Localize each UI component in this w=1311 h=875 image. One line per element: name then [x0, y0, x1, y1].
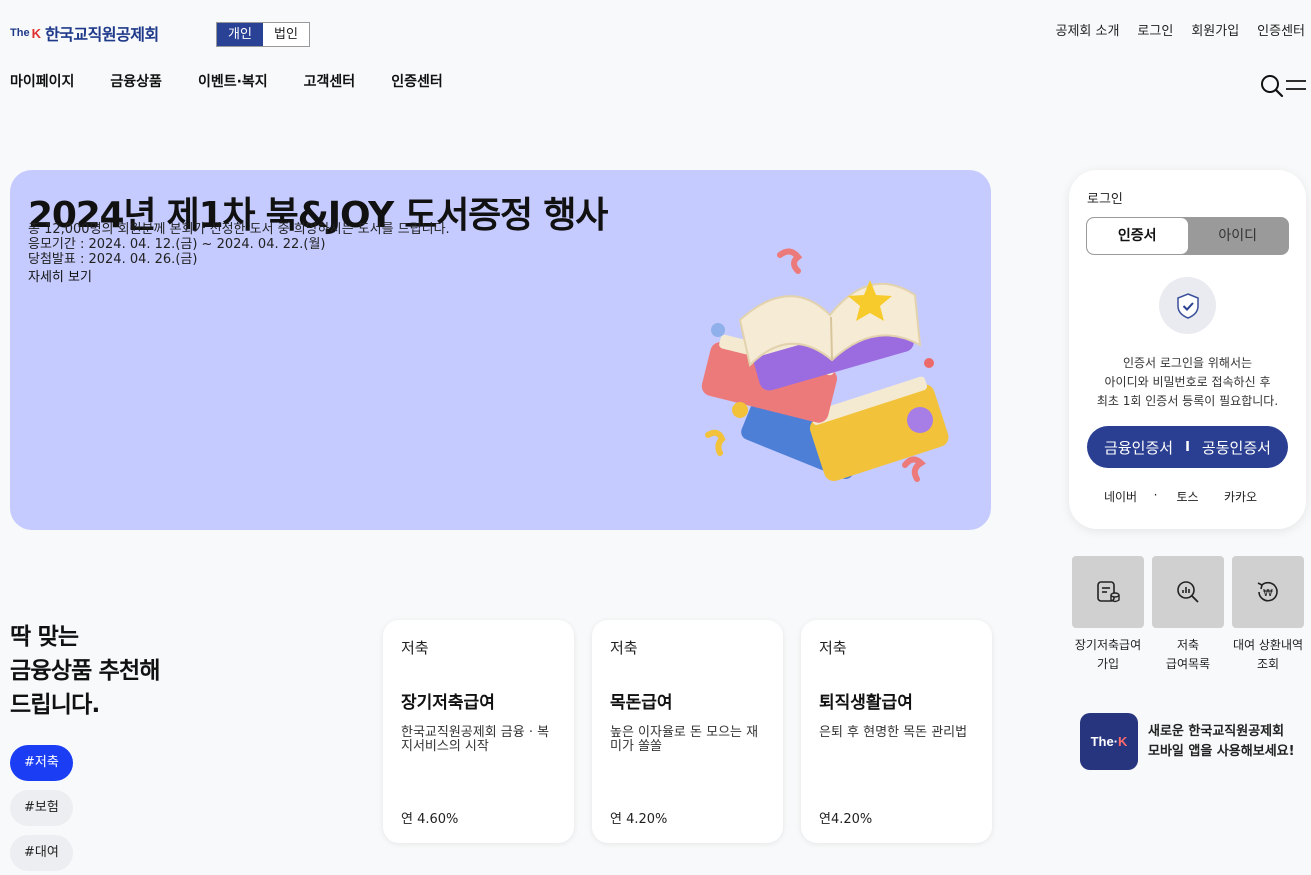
toss-login[interactable]: 토스 [1170, 488, 1206, 505]
link-about[interactable]: 공제회 소개 [1055, 20, 1119, 39]
site-logo[interactable]: The K 한국교직원공제회 [10, 21, 159, 45]
banner-line-2: 응모기간 : 2024. 04. 12.(금) ~ 2024. 04. 22.(… [28, 237, 326, 252]
financial-cert-button[interactable]: 금융인증서 [1104, 437, 1173, 458]
banner-more-link[interactable]: 자세히 보기 [28, 266, 92, 285]
app-promo-text: 새로운 한국교직원공제회 모바일 앱을 사용해보세요! [1148, 723, 1295, 759]
card-product-name: 목돈급여 [610, 693, 673, 713]
login-method-tabs: 인증서 아이디 [1086, 217, 1289, 255]
won-refresh-icon: ₩ [1232, 556, 1304, 628]
card-description: 높은 이자율로 돈 모으는 재미가 쏠쏠 [610, 725, 759, 754]
quick-label: 장기저축급여 가입 [1074, 638, 1142, 671]
event-banner[interactable]: 2024년 제1차 북&JOY 도서증정 행사 총 12,000명의 회원분께 … [10, 170, 991, 530]
nav-events[interactable]: 이벤트·복지 [198, 71, 268, 91]
card-category: 저축 [401, 639, 429, 657]
chip-savings[interactable]: #저축 [10, 745, 73, 781]
guide-line-3: 최초 1회 인증서 등록이 필요합니다. [1096, 394, 1279, 408]
product-card[interactable]: 저축 목돈급여 높은 이자율로 돈 모으는 재미가 쏠쏠 연 4.20% [592, 620, 783, 843]
hamburger-menu-icon[interactable] [1285, 78, 1307, 92]
app-logo-icon: The· K [1080, 713, 1138, 770]
nav-mypage[interactable]: 마이페이지 [10, 71, 74, 91]
magnify-chart-icon [1152, 556, 1224, 628]
card-description: 한국교직원공제회 금융 · 복지서비스의 시작 [401, 725, 550, 754]
logo-name: 한국교직원공제회 [44, 25, 159, 44]
quick-long-term-savings[interactable]: 장기저축급여 가입 [1072, 556, 1144, 674]
nav-products[interactable]: 금융상품 [110, 71, 162, 91]
banner-line-1: 총 12,000명의 회원분께 본회가 선정한 도서 중 희망하시는 도서를 드… [28, 222, 450, 237]
recommend-heading: 딱 맞는 금융상품 추천해 드립니다. [10, 624, 161, 718]
books-illustration [701, 248, 949, 482]
joint-cert-button[interactable]: 공동인증서 [1202, 437, 1271, 458]
utility-nav: 공제회 소개 로그인 회원가입 인증센터 [1055, 20, 1305, 39]
nav-support[interactable]: 고객센터 [304, 71, 356, 91]
login-card: 로그인 인증서 아이디 인증서 로그인을 위해서는 아이디와 비밀번호로 접속하… [1069, 170, 1306, 529]
toggle-corporate[interactable]: 법인 [263, 23, 309, 46]
app-icon-the: The· [1090, 734, 1119, 749]
link-signup[interactable]: 회원가입 [1191, 20, 1239, 39]
guide-line-2: 아이디와 비밀번호로 접속하신 후 [1104, 375, 1271, 389]
tab-certificate[interactable]: 인증서 [1087, 218, 1188, 254]
logo-k-mark: K [31, 25, 41, 41]
app-icon-k: K [1118, 734, 1128, 749]
naver-login[interactable]: 네이버 [1100, 488, 1142, 505]
banner-description: 총 12,000명의 회원분께 본회가 선정한 도서 중 희망하시는 도서를 드… [28, 222, 450, 267]
card-category: 저축 [610, 639, 638, 657]
card-category: 저축 [819, 639, 847, 657]
card-product-name: 퇴직생활급여 [819, 693, 913, 713]
card-rate: 연4.20% [819, 812, 873, 827]
nav-cert[interactable]: 인증센터 [391, 71, 443, 91]
quick-loan-repayment[interactable]: ₩ 대여 상환내역 조회 [1232, 556, 1304, 674]
button-separator: I [1185, 439, 1190, 455]
toggle-individual[interactable]: 개인 [217, 23, 263, 46]
quick-label: 대여 상환내역 조회 [1232, 638, 1304, 671]
chip-loan[interactable]: #대여 [10, 835, 73, 871]
card-rate: 연 4.60% [401, 812, 459, 827]
login-guide-text: 인증서 로그인을 위해서는 아이디와 비밀번호로 접속하신 후 최초 1회 인증… [1069, 354, 1306, 411]
svg-text:₩: ₩ [1263, 588, 1273, 599]
mobile-app-promo[interactable]: The· K 새로운 한국교직원공제회 모바일 앱을 사용해보세요! [1080, 713, 1295, 770]
logo-the: The [10, 27, 30, 39]
login-title: 로그인 [1087, 192, 1123, 207]
shield-check-icon [1159, 277, 1216, 334]
product-card[interactable]: 저축 퇴직생활급여 은퇴 후 현명한 목돈 관리법 연4.20% [801, 620, 992, 843]
quick-menu: 장기저축급여 가입 저축 급여목록 ₩ 대여 상환내역 조회 [1072, 556, 1304, 674]
quick-label: 저축 급여목록 [1165, 638, 1211, 671]
link-login[interactable]: 로그인 [1137, 20, 1173, 39]
card-description: 은퇴 후 현명한 목돈 관리법 [819, 725, 968, 740]
card-product-name: 장기저축급여 [401, 693, 495, 713]
social-login-links: 네이버 · 토스 카카오 [1069, 488, 1306, 505]
product-card[interactable]: 저축 장기저축급여 한국교직원공제회 금융 · 복지서비스의 시작 연 4.60… [383, 620, 574, 843]
kakao-login[interactable]: 카카오 [1206, 488, 1276, 505]
card-rate: 연 4.20% [610, 812, 668, 827]
banner-line-3: 당첨발표 : 2024. 04. 26.(금) [28, 252, 198, 267]
certificate-login-button: 금융인증서 I 공동인증서 [1087, 426, 1288, 468]
tab-id[interactable]: 아이디 [1188, 218, 1289, 254]
main-nav: 마이페이지 금융상품 이벤트·복지 고객센터 인증센터 [10, 71, 443, 91]
guide-line-1: 인증서 로그인을 위해서는 [1122, 356, 1253, 370]
document-coin-icon [1072, 556, 1144, 628]
member-type-toggle: 개인 법인 [216, 22, 310, 47]
chip-insurance[interactable]: #보험 [10, 790, 73, 826]
alt-separator: · [1153, 488, 1158, 502]
quick-savings-list[interactable]: 저축 급여목록 [1152, 556, 1224, 674]
search-icon[interactable] [1260, 74, 1284, 98]
link-cert-center[interactable]: 인증센터 [1257, 20, 1305, 39]
